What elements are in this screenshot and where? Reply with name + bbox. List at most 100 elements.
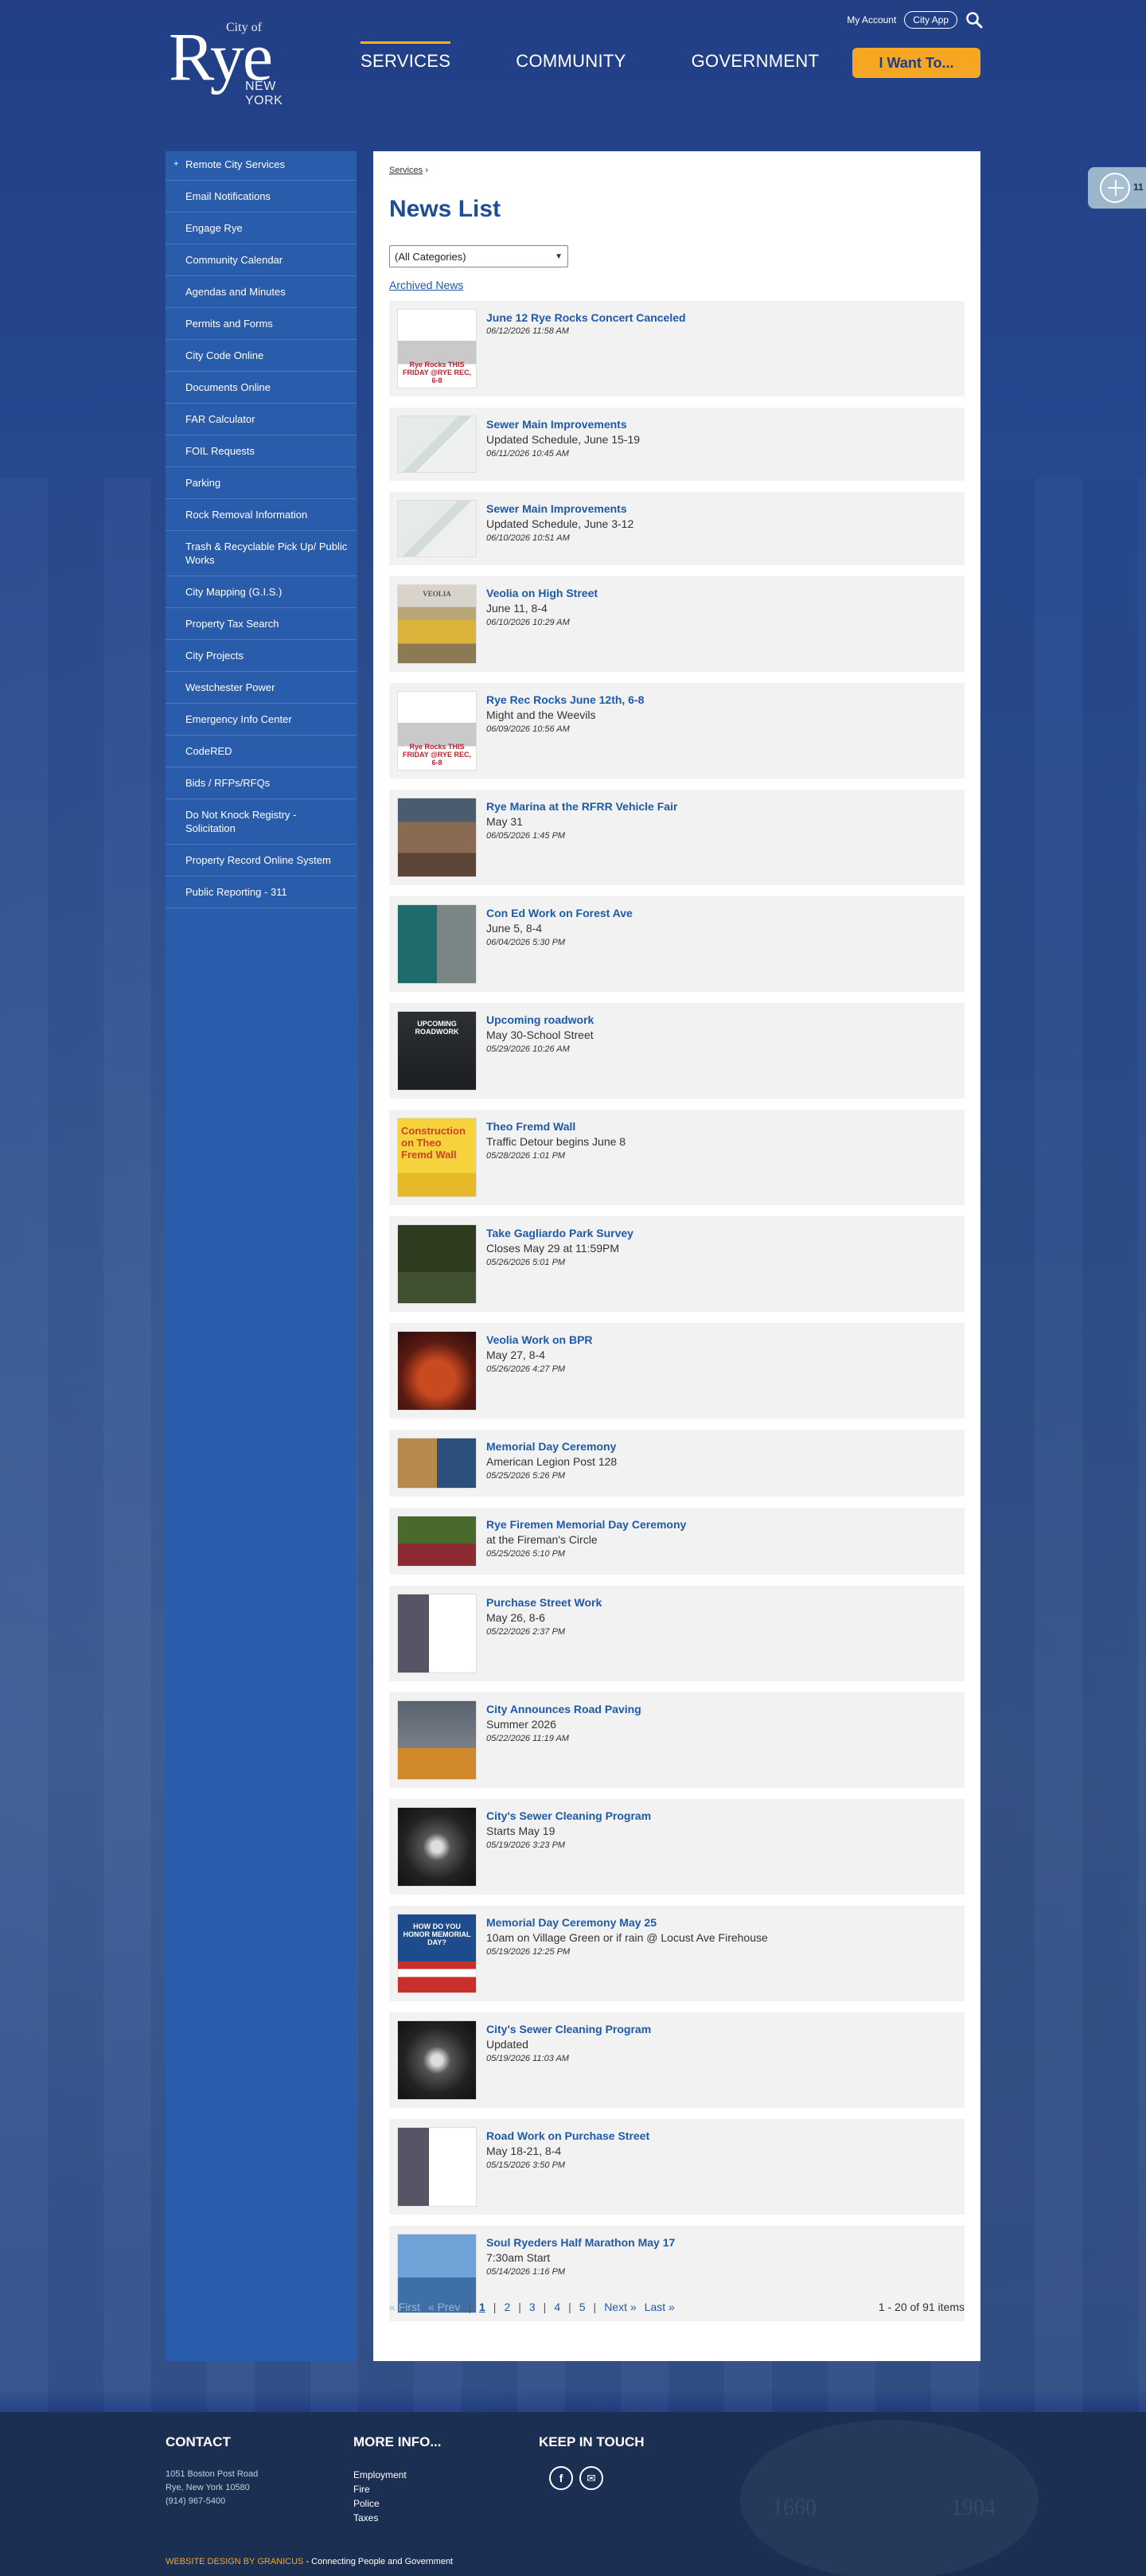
footer-link-fire[interactable]: Fire	[353, 2482, 407, 2496]
breadcrumb-services[interactable]: Services	[389, 166, 423, 175]
news-item: Sewer Main Improvements Updated Schedule,…	[389, 492, 965, 565]
news-thumbnail[interactable]: HOW DO YOU HONOR MEMORIAL DAY?	[397, 1914, 477, 1993]
news-title-link[interactable]: Upcoming roadwork	[486, 1013, 957, 1027]
sidebar-item-link[interactable]: FOIL Requests	[166, 435, 357, 466]
news-thumbnail[interactable]	[397, 1331, 477, 1411]
sidebar-item: FOIL Requests	[166, 435, 357, 467]
news-thumbnail[interactable]	[397, 1516, 477, 1567]
nav-services[interactable]: SERVICES	[361, 41, 451, 72]
news-thumbnail[interactable]	[397, 1594, 477, 1673]
news-thumbnail[interactable]	[397, 500, 477, 557]
news-title-link[interactable]: Rye Firemen Memorial Day Ceremony	[486, 1517, 957, 1532]
footer-link-police[interactable]: Police	[353, 2496, 407, 2511]
sidebar-item-link[interactable]: Community Calendar	[166, 244, 357, 275]
pager-divider: |	[518, 2301, 521, 2313]
footer-link-employment[interactable]: Employment	[353, 2468, 407, 2482]
sidebar-item-link[interactable]: Email Notifications	[166, 181, 357, 212]
sidebar-item-link[interactable]: Parking	[166, 467, 357, 498]
news-title-link[interactable]: Memorial Day Ceremony	[486, 1439, 957, 1454]
sidebar-item-link[interactable]: City Mapping (G.I.S.)	[166, 576, 357, 607]
news-thumbnail[interactable]: Construction on Theo Fremd Wall	[397, 1118, 477, 1197]
sidebar-item-link[interactable]: Westchester Power	[166, 672, 357, 703]
pager-page-1[interactable]: 1	[479, 2301, 485, 2313]
city-app-button[interactable]: City App	[904, 11, 957, 29]
sidebar-item-link[interactable]: City Code Online	[166, 340, 357, 371]
sidebar-item-link[interactable]: Public Reporting - 311	[166, 876, 357, 907]
news-title-link[interactable]: Memorial Day Ceremony May 25	[486, 1915, 957, 1930]
news-thumbnail[interactable]	[397, 798, 477, 877]
sidebar-item-link[interactable]: City Projects	[166, 640, 357, 671]
pager-last[interactable]: Last »	[645, 2301, 675, 2313]
city-logo[interactable]: City of Rye NEW YORK	[169, 16, 312, 107]
sidebar-item-link[interactable]: FAR Calculator	[166, 404, 357, 435]
pager-page-2[interactable]: 2	[504, 2301, 510, 2313]
news-title-link[interactable]: Soul Ryeders Half Marathon May 17	[486, 2235, 957, 2250]
news-thumbnail[interactable]: UPCOMING ROADWORK	[397, 1011, 477, 1091]
credit-brand-link[interactable]: WEBSITE DESIGN BY GRANICUS	[166, 2557, 303, 2566]
sidebar-item-link[interactable]: Agendas and Minutes	[166, 276, 357, 307]
expand-plus-icon[interactable]: +	[173, 158, 178, 171]
news-title-link[interactable]: City Announces Road Paving	[486, 1702, 957, 1716]
archived-news-link[interactable]: Archived News	[389, 279, 463, 291]
news-title-link[interactable]: Sewer Main Improvements	[486, 417, 957, 431]
news-title-link[interactable]: Road Work on Purchase Street	[486, 2129, 957, 2143]
search-icon[interactable]	[965, 11, 983, 29]
sidebar-item-link[interactable]: Property Record Online System	[166, 845, 357, 876]
pager-page-5[interactable]: 5	[579, 2301, 586, 2313]
pager-next[interactable]: Next »	[604, 2301, 636, 2313]
my-account-link[interactable]: My Account	[847, 14, 896, 25]
news-title-link[interactable]: Con Ed Work on Forest Ave	[486, 906, 957, 920]
sidebar-item-link[interactable]: Rock Removal Information	[166, 499, 357, 530]
sidebar-item-link[interactable]: + Remote City Services	[166, 151, 357, 180]
news-title-link[interactable]: Veolia Work on BPR	[486, 1333, 957, 1347]
news-thumbnail[interactable]: Rye Rocks THIS FRIDAY @RYE REC, 6-8	[397, 309, 477, 388]
news-title-link[interactable]: Theo Fremd Wall	[486, 1119, 957, 1134]
sidebar-item-link[interactable]: Documents Online	[166, 372, 357, 403]
news-thumbnail[interactable]	[397, 904, 477, 984]
sidebar-item-link[interactable]: Emergency Info Center	[166, 704, 357, 735]
sidebar-item-link[interactable]: Engage Rye	[166, 213, 357, 244]
news-thumbnail[interactable]	[397, 1224, 477, 1304]
news-title-link[interactable]: Purchase Street Work	[486, 1595, 957, 1610]
news-thumbnail[interactable]: Rye Rocks THIS FRIDAY @RYE REC, 6-8	[397, 691, 477, 771]
news-thumbnail[interactable]	[397, 2127, 477, 2207]
nav-community[interactable]: COMMUNITY	[516, 41, 626, 72]
category-select[interactable]: (All Categories) ▼	[389, 245, 568, 267]
news-title-link[interactable]: Rye Rec Rocks June 12th, 6-8	[486, 693, 957, 707]
expand-widget[interactable]: 11	[1088, 167, 1146, 209]
pager-page-3[interactable]: 3	[529, 2301, 536, 2313]
news-title-link[interactable]: Take Gagliardo Park Survey	[486, 1226, 957, 1240]
sidebar-item-link[interactable]: Trash & Recyclable Pick Up/ Public Works	[166, 531, 357, 576]
footer-link-taxes[interactable]: Taxes	[353, 2511, 407, 2525]
news-thumbnail[interactable]	[397, 1438, 477, 1489]
pager-page-4[interactable]: 4	[554, 2301, 560, 2313]
news-date: 06/11/2026 10:45 AM	[486, 449, 569, 459]
news-thumbnail[interactable]: VEOLIA	[397, 584, 477, 664]
sidebar-item-link[interactable]: Do Not Knock Registry - Solicitation	[166, 799, 357, 844]
sidebar-item-link[interactable]: Property Tax Search	[166, 608, 357, 639]
facebook-icon[interactable]: f	[549, 2466, 573, 2490]
news-title-link[interactable]: Sewer Main Improvements	[486, 502, 957, 516]
sidebar-item-label: City Mapping (G.I.S.)	[185, 586, 283, 598]
news-title-link[interactable]: City's Sewer Cleaning Program	[486, 2022, 957, 2036]
sidebar-item: FAR Calculator	[166, 404, 357, 435]
news-thumbnail[interactable]	[397, 1807, 477, 1887]
pager-first[interactable]: « First	[389, 2301, 420, 2313]
sidebar-item-label: Engage Rye	[185, 222, 243, 234]
nav-government[interactable]: GOVERNMENT	[692, 41, 820, 72]
news-thumbnail[interactable]	[397, 1700, 477, 1780]
sidebar-item-link[interactable]: Permits and Forms	[166, 308, 357, 339]
news-title-link[interactable]: Veolia on High Street	[486, 586, 957, 600]
news-title-link[interactable]: June 12 Rye Rocks Concert Canceled	[486, 310, 957, 325]
news-title-link[interactable]: Rye Marina at the RFRR Vehicle Fair	[486, 799, 957, 814]
news-title-link[interactable]: City's Sewer Cleaning Program	[486, 1809, 957, 1823]
sidebar-item-link[interactable]: Bids / RFPs/RFQs	[166, 767, 357, 798]
contact-phone[interactable]: (914) 967-5400	[166, 2495, 258, 2508]
footer-contact-info: 1051 Boston Post Road Rye, New York 1058…	[166, 2468, 258, 2508]
sidebar-item-link[interactable]: CodeRED	[166, 736, 357, 767]
pager-prev[interactable]: « Prev	[428, 2301, 460, 2313]
email-icon[interactable]: ✉	[579, 2466, 603, 2490]
news-thumbnail[interactable]	[397, 416, 477, 473]
news-thumbnail[interactable]	[397, 2020, 477, 2100]
i-want-to-button[interactable]: I Want To...	[852, 48, 980, 78]
